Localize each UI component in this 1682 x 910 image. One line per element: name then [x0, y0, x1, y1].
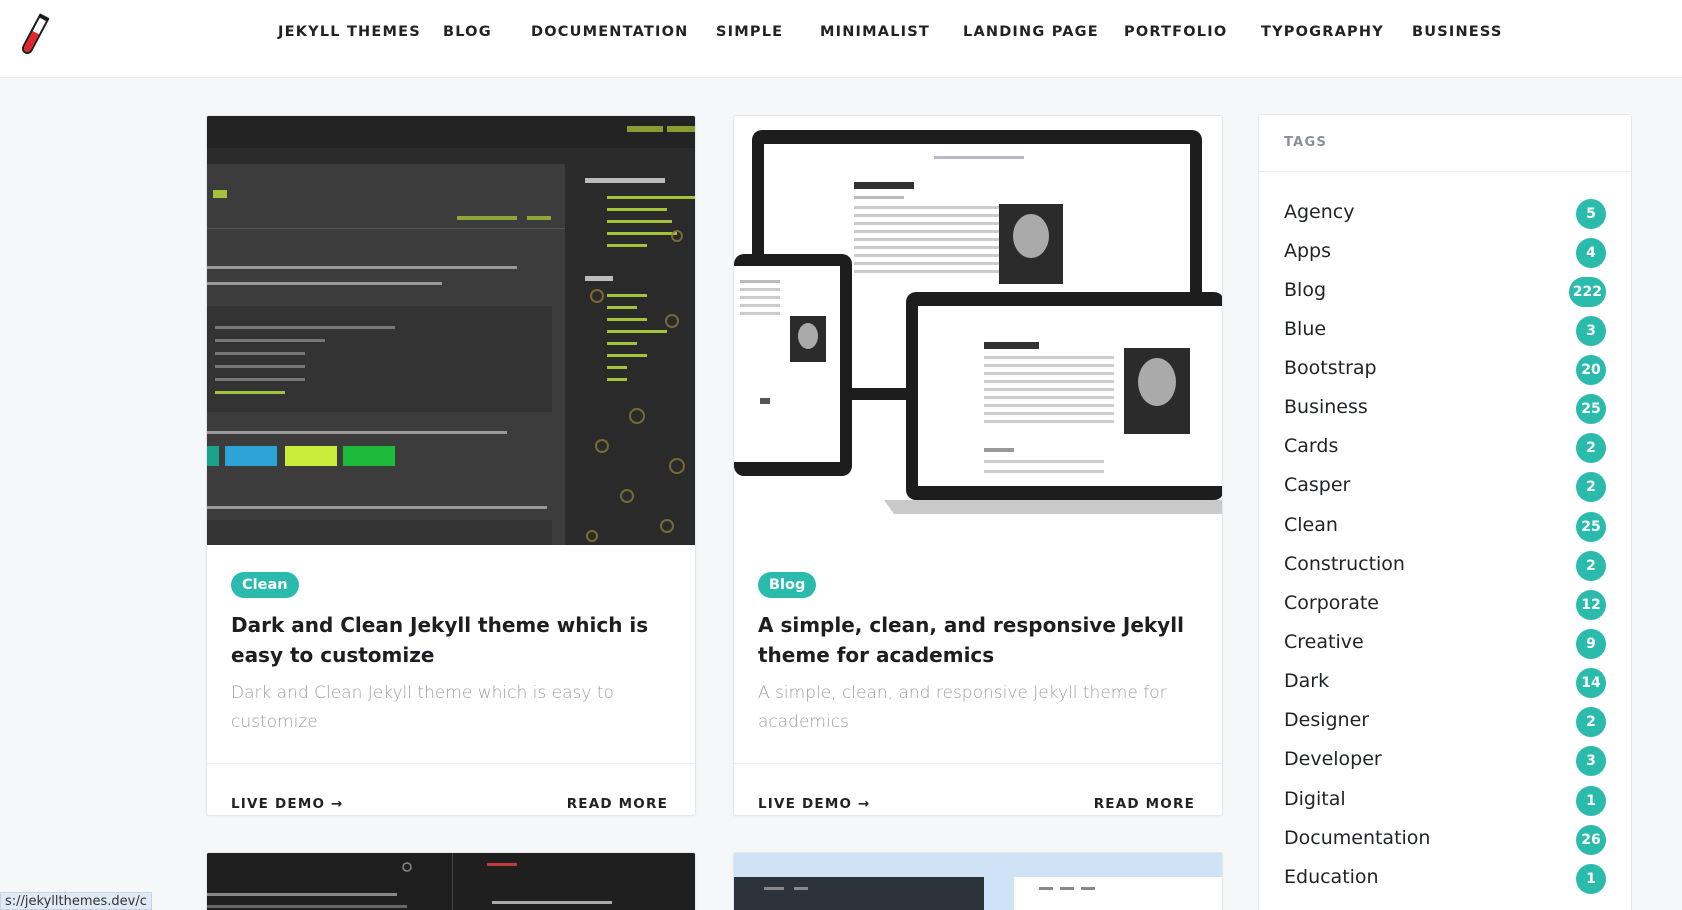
- tag-name[interactable]: Apps: [1284, 240, 1331, 262]
- tag-count-badge: 4: [1576, 238, 1606, 268]
- live-demo-link[interactable]: LIVE DEMO →: [758, 796, 871, 812]
- tag-item[interactable]: Documentation 26: [1284, 825, 1606, 855]
- tag-item[interactable]: Blog 222: [1284, 277, 1606, 307]
- card-title[interactable]: A simple, clean, and responsive Jekyll t…: [758, 610, 1198, 670]
- nav-simple[interactable]: SIMPLE: [716, 24, 783, 40]
- tag-name[interactable]: Developer: [1284, 748, 1382, 770]
- card-divider: [207, 763, 695, 764]
- tag-count-badge: 1: [1576, 786, 1606, 816]
- nav-typography[interactable]: TYPOGRAPHY: [1261, 24, 1384, 40]
- nav-jekyll-themes[interactable]: JEKYLL THEMES: [278, 24, 421, 40]
- tags-heading: TAGS: [1284, 135, 1328, 150]
- tag-count-badge: 9: [1576, 629, 1606, 659]
- live-demo-link[interactable]: LIVE DEMO →: [231, 796, 344, 812]
- tag-count-badge: 5: [1576, 199, 1606, 229]
- card-description: A simple, clean, and responsive Jekyll t…: [758, 683, 1167, 732]
- tag-item[interactable]: Bootstrap 20: [1284, 355, 1606, 385]
- tag-name[interactable]: Documentation: [1284, 827, 1430, 849]
- tag-count-badge: 25: [1576, 394, 1606, 424]
- nav-minimalist[interactable]: MINIMALIST: [820, 24, 930, 40]
- tags-sidebar: TAGS Agency 5 Apps 4 Blog 222 Blue 3 Bootstr…: [1258, 114, 1632, 910]
- tag-count-badge: 1: [1576, 864, 1606, 894]
- tag-item[interactable]: Dark 14: [1284, 668, 1606, 698]
- theme-card: Blog A simple, clean, and responsive Jek…: [733, 115, 1223, 816]
- tag-item[interactable]: Creative 9: [1284, 629, 1606, 659]
- tag-name[interactable]: Designer: [1284, 709, 1369, 731]
- tag-item[interactable]: Corporate 12: [1284, 590, 1606, 620]
- tag-count-badge: 3: [1576, 316, 1606, 346]
- tag-item[interactable]: Cards 2: [1284, 433, 1606, 463]
- tag-item[interactable]: Developer 3: [1284, 746, 1606, 776]
- tag-name[interactable]: Casper: [1284, 474, 1350, 496]
- tag-name[interactable]: Agency: [1284, 201, 1354, 223]
- tag-count-badge: 20: [1576, 355, 1606, 385]
- tag-name[interactable]: Construction: [1284, 553, 1405, 575]
- test-tube-icon[interactable]: [18, 10, 50, 60]
- theme-screenshot[interactable]: [207, 853, 695, 910]
- top-navigation-bar: JEKYLL THEMES BLOG DOCUMENTATION SIMPLE …: [0, 0, 1682, 78]
- theme-card: Clean Dark and Clean Jekyll theme which …: [206, 115, 696, 816]
- nav-business[interactable]: BUSINESS: [1412, 24, 1503, 40]
- tag-item[interactable]: Construction 2: [1284, 551, 1606, 581]
- tag-count-badge: 3: [1576, 746, 1606, 776]
- theme-card: [733, 852, 1223, 910]
- read-more-link[interactable]: READ MORE: [1094, 796, 1195, 812]
- nav-documentation[interactable]: DOCUMENTATION: [531, 24, 688, 40]
- tag-name[interactable]: Corporate: [1284, 592, 1379, 614]
- tag-count-badge: 2: [1576, 472, 1606, 502]
- tags-divider: [1259, 171, 1631, 172]
- tag-name[interactable]: Blue: [1284, 318, 1326, 340]
- tag-item[interactable]: Blue 3: [1284, 316, 1606, 346]
- tag-name[interactable]: Creative: [1284, 631, 1364, 653]
- tag-item[interactable]: Designer 2: [1284, 707, 1606, 737]
- tag-item[interactable]: Business 25: [1284, 394, 1606, 424]
- tag-badge[interactable]: Clean: [231, 572, 299, 598]
- tag-count-badge: 2: [1576, 551, 1606, 581]
- card-divider: [734, 763, 1222, 764]
- card-description: Dark and Clean Jekyll theme which is eas…: [231, 683, 614, 732]
- tag-name[interactable]: Dark: [1284, 670, 1329, 692]
- tag-item[interactable]: Education 1: [1284, 864, 1606, 894]
- nav-portfolio[interactable]: PORTFOLIO: [1124, 24, 1227, 40]
- read-more-link[interactable]: READ MORE: [567, 796, 668, 812]
- tag-name[interactable]: Clean: [1284, 514, 1338, 536]
- tag-item[interactable]: Apps 4: [1284, 238, 1606, 268]
- tag-count-badge: 12: [1576, 590, 1606, 620]
- nav-blog[interactable]: BLOG: [443, 24, 492, 40]
- tag-badge[interactable]: Blog: [758, 572, 817, 598]
- tag-name[interactable]: Bootstrap: [1284, 357, 1377, 379]
- tag-item[interactable]: Casper 2: [1284, 472, 1606, 502]
- tag-count-badge: 2: [1576, 433, 1606, 463]
- tag-count-badge: 222: [1568, 277, 1606, 307]
- tag-name[interactable]: Business: [1284, 396, 1368, 418]
- theme-card: [206, 852, 696, 910]
- tag-count-badge: 14: [1576, 668, 1606, 698]
- tag-count-badge: 26: [1576, 825, 1606, 855]
- tag-name[interactable]: Digital: [1284, 788, 1346, 810]
- tag-item[interactable]: Clean 25: [1284, 512, 1606, 542]
- tag-name[interactable]: Education: [1284, 866, 1379, 888]
- nav-landing-page[interactable]: LANDING PAGE: [963, 24, 1099, 40]
- status-bar-url: s://jekyllthemes.dev/c: [0, 892, 152, 910]
- card-title[interactable]: Dark and Clean Jekyll theme which is eas…: [231, 610, 671, 670]
- theme-screenshot[interactable]: [734, 853, 1222, 910]
- theme-screenshot[interactable]: [734, 116, 1222, 545]
- theme-screenshot[interactable]: [207, 116, 695, 545]
- tag-item[interactable]: Digital 1: [1284, 786, 1606, 816]
- tag-count-badge: 25: [1576, 512, 1606, 542]
- tag-name[interactable]: Cards: [1284, 435, 1338, 457]
- tag-count-badge: 2: [1576, 707, 1606, 737]
- tag-name[interactable]: Blog: [1284, 279, 1326, 301]
- tag-item[interactable]: Agency 5: [1284, 199, 1606, 229]
